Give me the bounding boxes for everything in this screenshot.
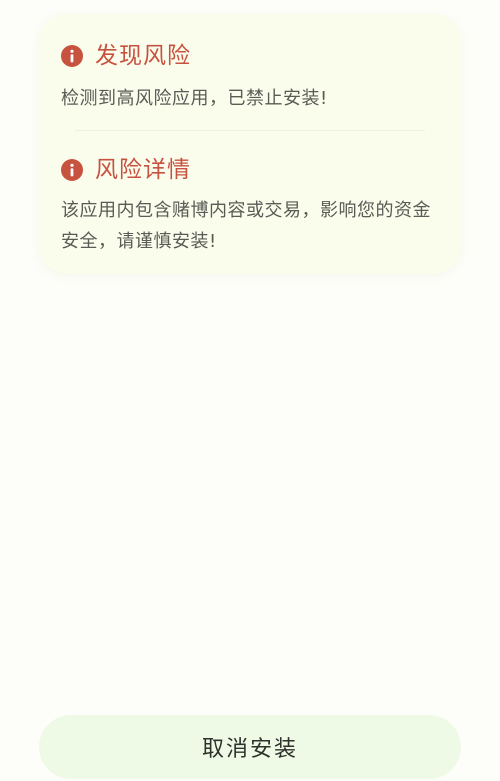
risk-details-description: 该应用内包含赌博内容或交易，影响您的资金安全，请谨慎安装! xyxy=(61,200,431,252)
info-icon xyxy=(61,159,83,181)
risk-details-section: 风险详情 该应用内包含赌博内容或交易，影响您的资金安全，请谨慎安装! xyxy=(61,154,439,257)
found-risk-description: 检测到高风险应用，已禁止安装! xyxy=(61,88,328,109)
info-icon xyxy=(61,45,83,67)
found-risk-section: 发现风险 检测到高风险应用，已禁止安装! xyxy=(61,40,439,114)
risk-details-heading: 风险详情 xyxy=(61,154,439,186)
found-risk-title: 发现风险 xyxy=(95,43,191,69)
found-risk-heading: 发现风险 xyxy=(61,40,439,72)
section-divider xyxy=(75,130,425,131)
cancel-install-button[interactable]: 取消安装 xyxy=(39,715,461,779)
risk-card: 发现风险 检测到高风险应用，已禁止安装! 风险详情 该应用内包含赌博内容或交易，… xyxy=(39,14,461,274)
risk-details-title: 风险详情 xyxy=(95,157,191,183)
cancel-install-label: 取消安装 xyxy=(201,737,298,762)
